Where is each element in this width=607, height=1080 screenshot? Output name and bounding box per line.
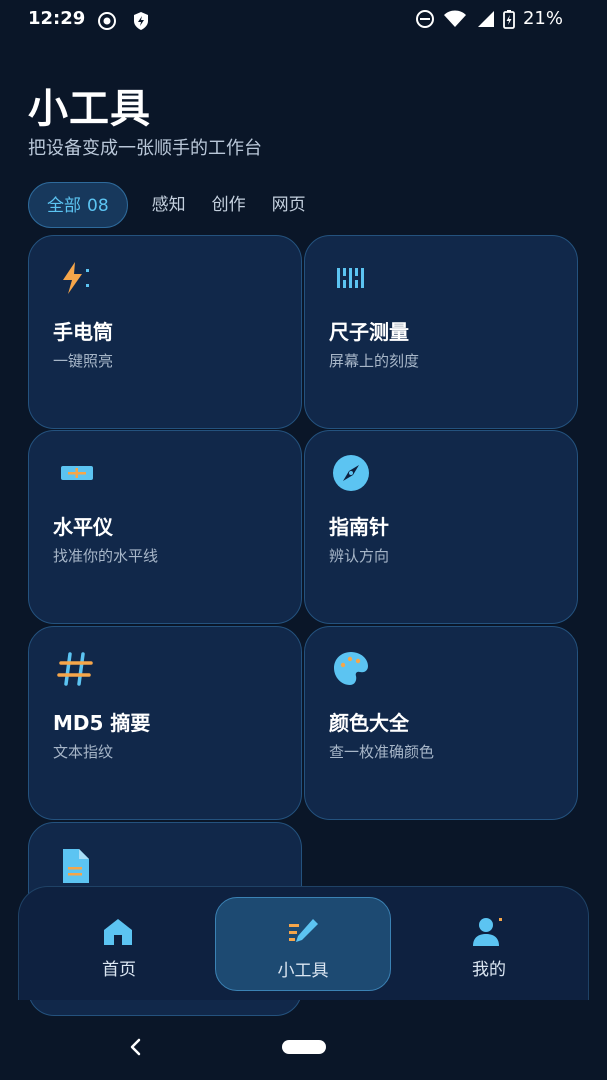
bottom-nav: 首页 小工具 我的 [18,886,589,1000]
tool-card-md5[interactable]: MD5 摘要 文本指纹 [28,626,302,820]
tool-card-title: MD5 摘要 [53,711,151,735]
do-not-disturb-icon [415,9,435,29]
nav-item-profile[interactable]: 我的 [401,897,577,991]
battery-charging-icon [503,9,515,29]
wifi-icon [443,9,467,29]
status-bar: 12:29 21% [0,0,607,40]
tool-card-level[interactable]: 水平仪 找准你的水平线 [28,430,302,624]
battery-percent: 21% [522,8,563,29]
record-icon [96,10,118,36]
profile-icon [471,915,505,949]
signal-icon [475,9,495,29]
palette-icon [331,649,371,689]
tool-card-desc: 查一枚准确颜色 [329,743,435,761]
tools-icon [286,916,320,950]
flashlight-icon [55,258,95,298]
nav-label: 小工具 [277,961,329,981]
hash-icon [55,649,95,689]
tool-card-title: 手电筒 [53,320,113,344]
nav-item-tools[interactable]: 小工具 [215,897,391,991]
status-left-icons [96,10,150,36]
nav-item-home[interactable]: 首页 [31,897,207,991]
filter-chip-all[interactable]: 全部 08 [28,182,128,228]
tool-card-colors[interactable]: 颜色大全 查一枚准确颜色 [304,626,578,820]
compass-icon [331,453,371,493]
home-icon [101,915,135,949]
nav-label: 我的 [472,960,506,980]
tool-card-desc: 辨认方向 [329,547,390,565]
page-subtitle: 把设备变成一张顺手的工作台 [28,138,262,159]
page-title: 小工具 [28,86,151,132]
status-right: 21% [415,8,563,29]
system-back-icon[interactable] [126,1036,146,1058]
filter-chip-count: 08 [87,196,109,216]
tool-card-desc: 一键照亮 [53,352,114,370]
tool-card-title: 水平仪 [53,515,113,539]
tool-card-title: 尺子测量 [329,320,409,344]
filter-chip-web[interactable]: 网页 [260,182,318,228]
shield-bolt-icon [132,11,150,35]
ruler-icon [331,258,371,298]
tool-card-desc: 屏幕上的刻度 [329,352,420,370]
nav-label: 首页 [102,960,136,980]
level-icon [55,453,95,493]
tool-card-compass[interactable]: 指南针 辨认方向 [304,430,578,624]
filter-chip-create[interactable]: 创作 [200,182,258,228]
filter-row: 全部 08 感知 创作 网页 [28,182,320,228]
system-home-button[interactable] [282,1040,326,1054]
filter-chip-label: 全部 [47,196,81,216]
status-time: 12:29 [28,8,86,29]
tool-card-ruler[interactable]: 尺子测量 屏幕上的刻度 [304,235,578,429]
tool-card-desc: 找准你的水平线 [53,547,159,565]
tool-card-title: 颜色大全 [329,711,409,735]
document-icon [55,845,95,885]
tool-card-desc: 文本指纹 [53,743,114,761]
tool-card-title: 指南针 [329,515,389,539]
screen: 12:29 21% 小工具 把设备变成一张顺手的工作台 全部 08 感知 创作 … [0,0,607,1080]
filter-chip-sense[interactable]: 感知 [140,182,198,228]
tool-card-flashlight[interactable]: 手电筒 一键照亮 [28,235,302,429]
